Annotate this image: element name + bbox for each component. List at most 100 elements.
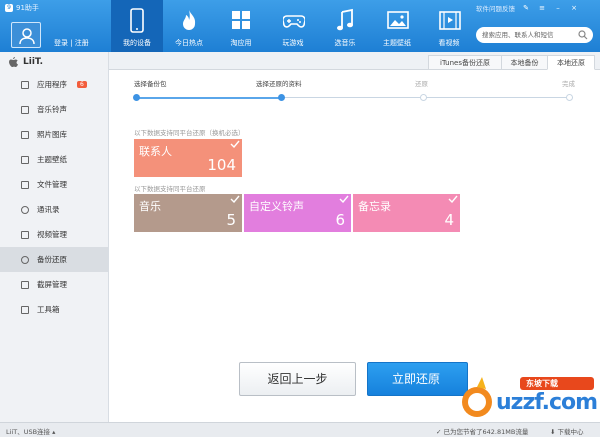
- sidebar-item-label: 工具箱: [37, 305, 60, 314]
- download-center-label: 下载中心: [557, 428, 584, 436]
- title-bar: 9 91助手 登录 | 注册 我的设备 今日热点 淘应用 玩游戏 选音乐 主题壁…: [0, 0, 600, 52]
- nav-label: 玩游戏: [282, 39, 304, 47]
- sidebar-item-label: 视频管理: [37, 230, 67, 239]
- screenshot-icon: [21, 280, 29, 289]
- watermark-badge: 东坡下载: [526, 379, 558, 388]
- nav-label: 淘应用: [230, 39, 252, 47]
- search-input[interactable]: 搜索应用、联系人和短信: [476, 27, 593, 43]
- sidebar-item-contacts[interactable]: 通讯录: [0, 197, 108, 222]
- sidebar-item-label: 备份还原: [37, 255, 67, 264]
- tile-music[interactable]: 音乐 5: [134, 194, 242, 232]
- traffic-saved-text: 已为您节省了642.81MB流量: [443, 428, 529, 436]
- check-icon: [230, 195, 240, 203]
- check-icon: [448, 195, 458, 203]
- tile-count: 6: [335, 211, 345, 229]
- music-icon: [21, 105, 29, 114]
- download-center[interactable]: ⬇ 下载中心: [550, 426, 584, 436]
- search-icon[interactable]: [578, 30, 588, 40]
- nav-label: 今日热点: [175, 39, 203, 47]
- section-hint-same-platform: 以下数据支持同平台还原: [134, 185, 206, 193]
- restore-now-button[interactable]: 立即还原: [367, 362, 468, 396]
- sidebar-item-photos[interactable]: 照片图库: [0, 122, 108, 147]
- sidebar-item-label: 文件管理: [37, 180, 67, 189]
- sidebar: LiiT. 应用程序 6 音乐铃声 照片图库 主题壁纸 文件管理 通讯录 视频管理…: [0, 52, 109, 422]
- menu-icon[interactable]: ≡: [537, 4, 547, 12]
- tile-notes[interactable]: 备忘录 4: [353, 194, 460, 232]
- login-register-link[interactable]: 登录 | 注册: [54, 38, 89, 48]
- skin-icon[interactable]: ✎: [521, 4, 531, 12]
- apple-icon: [9, 57, 18, 67]
- feedback-link[interactable]: 软件问题反馈: [476, 3, 515, 13]
- nav-label: 我的设备: [123, 39, 151, 47]
- folder-icon: [21, 180, 29, 189]
- tab-local-restore[interactable]: 本地还原: [547, 55, 595, 70]
- tab-local-backup[interactable]: 本地备份: [501, 55, 548, 70]
- tile-custom-ringtones[interactable]: 自定义铃声 6: [244, 194, 351, 232]
- device-brand: LiiT.: [0, 52, 108, 72]
- brand-label: LiiT.: [23, 57, 44, 67]
- app-name: 91助手: [16, 4, 39, 12]
- tile-count: 4: [444, 211, 454, 229]
- search-placeholder: 搜索应用、联系人和短信: [482, 31, 554, 39]
- status-bar: LiiT、USB连接 ▴ ✓ 已为您节省了642.81MB流量 ⬇ 下载中心: [0, 422, 600, 437]
- sidebar-item-screenshots[interactable]: 截屏管理: [0, 272, 108, 297]
- traffic-saved: ✓ 已为您节省了642.81MB流量: [436, 428, 529, 436]
- sidebar-item-apps[interactable]: 应用程序 6: [0, 72, 108, 97]
- step-select-package: 选择备份包: [134, 80, 167, 88]
- apps-grid-icon: [232, 11, 250, 29]
- toolbox-icon: [21, 305, 29, 314]
- sidebar-item-toolbox[interactable]: 工具箱: [0, 297, 108, 322]
- back-button[interactable]: 返回上一步: [239, 362, 356, 396]
- backup-icon: [21, 255, 29, 264]
- step-finish: 完成: [562, 80, 575, 88]
- gamepad-icon: [283, 15, 305, 28]
- video-icon: [21, 230, 29, 239]
- nav-today-hot[interactable]: 今日热点: [163, 0, 215, 52]
- tile-name: 音乐: [139, 200, 161, 213]
- section-hint-required: 以下数据支持同平台还原（换机必选）: [134, 129, 245, 137]
- sidebar-item-backup-restore[interactable]: 备份还原: [0, 247, 108, 272]
- main-nav: 我的设备 今日热点 淘应用 玩游戏 选音乐 主题壁纸 看视频: [111, 0, 475, 52]
- nav-games[interactable]: 玩游戏: [267, 0, 319, 52]
- flame-icon: [183, 10, 196, 30]
- sidebar-item-label: 通讯录: [37, 205, 60, 214]
- nav-wallpapers[interactable]: 主题壁纸: [371, 0, 423, 52]
- nav-my-device[interactable]: 我的设备: [111, 0, 163, 52]
- step-progress: 选择备份包 选择还原的资料 还原 完成: [109, 70, 600, 105]
- tile-contacts[interactable]: 联系人 104: [134, 139, 242, 177]
- check-icon: [230, 140, 240, 148]
- sidebar-item-wallpapers[interactable]: 主题壁纸: [0, 147, 108, 172]
- sidebar-item-videos[interactable]: 视频管理: [0, 222, 108, 247]
- step-progress-fill: [134, 97, 282, 99]
- nav-videos[interactable]: 看视频: [423, 0, 475, 52]
- avatar[interactable]: [11, 22, 41, 48]
- film-icon: [439, 11, 461, 30]
- nav-label: 主题壁纸: [383, 39, 411, 47]
- step-dot: [566, 94, 573, 101]
- tile-count: 5: [226, 211, 236, 229]
- nav-label: 看视频: [438, 39, 460, 47]
- tile-name: 自定义铃声: [249, 200, 304, 213]
- tab-itunes-backup[interactable]: iTunes备份还原: [428, 55, 502, 70]
- picture-icon: [387, 11, 409, 29]
- nav-music[interactable]: 选音乐: [319, 0, 371, 52]
- sidebar-item-files[interactable]: 文件管理: [0, 172, 108, 197]
- sidebar-item-label: 音乐铃声: [37, 105, 67, 114]
- check-icon: [339, 195, 349, 203]
- close-icon[interactable]: ×: [569, 4, 579, 12]
- apps-icon: [21, 80, 29, 89]
- sidebar-item-label: 照片图库: [37, 130, 67, 139]
- step-select-data: 选择还原的资料: [256, 80, 302, 88]
- sidebar-item-ringtones[interactable]: 音乐铃声: [0, 97, 108, 122]
- nav-label: 选音乐: [334, 39, 356, 47]
- tile-name: 联系人: [139, 145, 172, 158]
- app-logo-icon: 9: [5, 4, 13, 12]
- step-restore: 还原: [415, 80, 428, 88]
- sidebar-item-label: 应用程序: [37, 80, 67, 89]
- nav-apps[interactable]: 淘应用: [215, 0, 267, 52]
- tile-count: 104: [207, 156, 236, 174]
- device-connection[interactable]: LiiT、USB连接 ▴: [6, 426, 55, 436]
- photo-icon: [21, 130, 29, 139]
- minimize-icon[interactable]: –: [553, 4, 563, 12]
- step-dot: [420, 94, 427, 101]
